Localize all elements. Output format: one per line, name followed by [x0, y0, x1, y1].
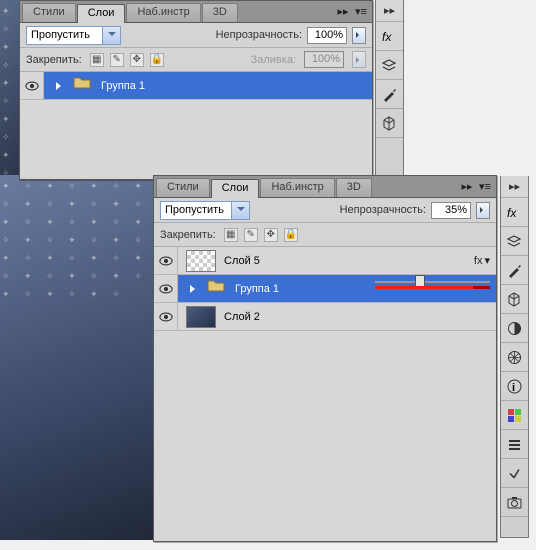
opacity-slider[interactable]: [375, 273, 490, 291]
fx-label: fx: [474, 255, 483, 267]
folder-thumbnail: [73, 75, 93, 97]
swatches-panel-icon[interactable]: [501, 314, 528, 343]
fill-flyout-button: [352, 51, 366, 68]
opacity-label: Непрозрачность:: [216, 29, 302, 41]
color-panel-icon[interactable]: [501, 401, 528, 430]
lock-row: Закрепить: ▦ ✎ ✥ 🔒: [154, 223, 496, 247]
blend-opacity-row: Пропустить Непрозрачность: 35%: [154, 198, 496, 223]
lock-all-icon[interactable]: 🔒: [150, 53, 164, 67]
fill-label: Заливка:: [251, 54, 296, 66]
chevron-down-icon: [237, 207, 245, 215]
camera-panel-icon[interactable]: [501, 488, 528, 517]
lock-transparency-icon[interactable]: ▦: [90, 53, 104, 67]
fx-panel-icon[interactable]: fx: [501, 198, 528, 227]
dock-column-bottom: ▸▸ fx i: [500, 176, 529, 538]
layer-name[interactable]: Слой 5: [224, 255, 260, 267]
tab-layers[interactable]: Слои: [211, 179, 260, 198]
collapse-panel-icon[interactable]: ▸▸: [336, 4, 350, 18]
opacity-input[interactable]: 100%: [307, 27, 347, 44]
canvas-preview-top: [0, 0, 20, 180]
layers-panel-top: Стили Слои Наб.инстр 3D ▸▸ ▾≡ Пропустить…: [19, 0, 373, 180]
opacity-label: Непрозрачность:: [340, 204, 426, 216]
lock-position-icon[interactable]: ✥: [264, 228, 278, 242]
lock-pixels-icon[interactable]: ✎: [110, 53, 124, 67]
tab-3d[interactable]: 3D: [336, 178, 372, 197]
panel-menu-icon[interactable]: ▾≡: [354, 4, 368, 18]
tab-styles[interactable]: Стили: [156, 178, 210, 197]
blend-mode-value: Пропустить: [31, 29, 90, 41]
panel-tabbar: Стили Слои Наб.инстр 3D ▸▸ ▾≡: [20, 1, 372, 23]
layer-row[interactable]: Слой 2: [154, 303, 496, 331]
annotation-redline: [375, 286, 490, 289]
dock-collapse-icon[interactable]: ▸▸: [501, 176, 528, 198]
navigator-panel-icon[interactable]: [501, 343, 528, 372]
tab-layers[interactable]: Слои: [77, 4, 126, 23]
layer-name[interactable]: Группа 1: [235, 283, 279, 295]
visibility-toggle[interactable]: [154, 247, 178, 274]
layer-thumbnail[interactable]: [186, 306, 216, 328]
expand-group-icon[interactable]: [190, 285, 199, 293]
panel-tabbar: Стили Слои Наб.инстр 3D ▸▸ ▾≡: [154, 176, 496, 198]
layer-fx-indicator[interactable]: fx ▾: [474, 254, 490, 267]
actions-panel-icon[interactable]: [501, 459, 528, 488]
tools-panel-icon[interactable]: [376, 80, 403, 109]
svg-text:fx: fx: [382, 30, 392, 44]
lock-label: Закрепить:: [160, 229, 216, 241]
3d-panel-icon[interactable]: [376, 109, 403, 138]
layer-name[interactable]: Слой 2: [224, 311, 260, 323]
opacity-input[interactable]: 35%: [431, 202, 471, 219]
chevron-down-icon: [108, 32, 116, 40]
lock-pixels-icon[interactable]: ✎: [244, 228, 258, 242]
layers-panel-icon[interactable]: [501, 227, 528, 256]
svg-text:fx: fx: [507, 206, 517, 220]
tab-toolpresets[interactable]: Наб.инстр: [126, 3, 200, 22]
info-panel-icon[interactable]: i: [501, 372, 528, 401]
layer-row-group[interactable]: Группа 1: [20, 72, 372, 100]
expand-group-icon[interactable]: [56, 82, 65, 90]
opacity-flyout-button[interactable]: [476, 202, 490, 219]
blend-mode-select[interactable]: Пропустить: [26, 26, 121, 45]
blend-mode-select[interactable]: Пропустить: [160, 201, 250, 220]
fill-input: 100%: [304, 51, 344, 68]
layers-panel-bottom: Стили Слои Наб.инстр 3D ▸▸ ▾≡ Пропустить…: [153, 175, 497, 542]
history-panel-icon[interactable]: [501, 430, 528, 459]
chevron-down-icon: ▾: [484, 254, 490, 267]
layer-thumbnail[interactable]: [186, 250, 216, 272]
visibility-toggle[interactable]: [20, 72, 44, 99]
collapse-panel-icon[interactable]: ▸▸: [460, 179, 474, 193]
dock-collapse-icon[interactable]: ▸▸: [376, 0, 403, 22]
folder-thumbnail: [207, 278, 227, 300]
layer-row[interactable]: Слой 5 fx ▾: [154, 247, 496, 275]
tab-toolpresets[interactable]: Наб.инстр: [260, 178, 334, 197]
layer-name[interactable]: Группа 1: [101, 80, 145, 92]
tab-styles[interactable]: Стили: [22, 3, 76, 22]
dock-column-top: ▸▸ fx: [375, 0, 404, 178]
lock-transparency-icon[interactable]: ▦: [224, 228, 238, 242]
visibility-toggle[interactable]: [154, 303, 178, 330]
3d-panel-icon[interactable]: [501, 285, 528, 314]
panel-menu-icon[interactable]: ▾≡: [478, 179, 492, 193]
opacity-flyout-button[interactable]: [352, 27, 366, 44]
lock-all-icon[interactable]: 🔒: [284, 228, 298, 242]
svg-text:i: i: [512, 382, 515, 394]
layers-panel-icon[interactable]: [376, 51, 403, 80]
tab-3d[interactable]: 3D: [202, 3, 238, 22]
fx-panel-icon[interactable]: fx: [376, 22, 403, 51]
lock-label: Закрепить:: [26, 54, 82, 66]
visibility-toggle[interactable]: [154, 275, 178, 302]
blend-mode-value: Пропустить: [165, 204, 224, 216]
lock-position-icon[interactable]: ✥: [130, 53, 144, 67]
lock-row: Закрепить: ▦ ✎ ✥ 🔒 Заливка: 100%: [20, 48, 372, 72]
canvas-preview-bottom: [0, 175, 155, 540]
tools-panel-icon[interactable]: [501, 256, 528, 285]
layers-list: Группа 1: [20, 72, 372, 177]
slider-track: [375, 281, 490, 283]
blend-opacity-row: Пропустить Непрозрачность: 100%: [20, 23, 372, 48]
